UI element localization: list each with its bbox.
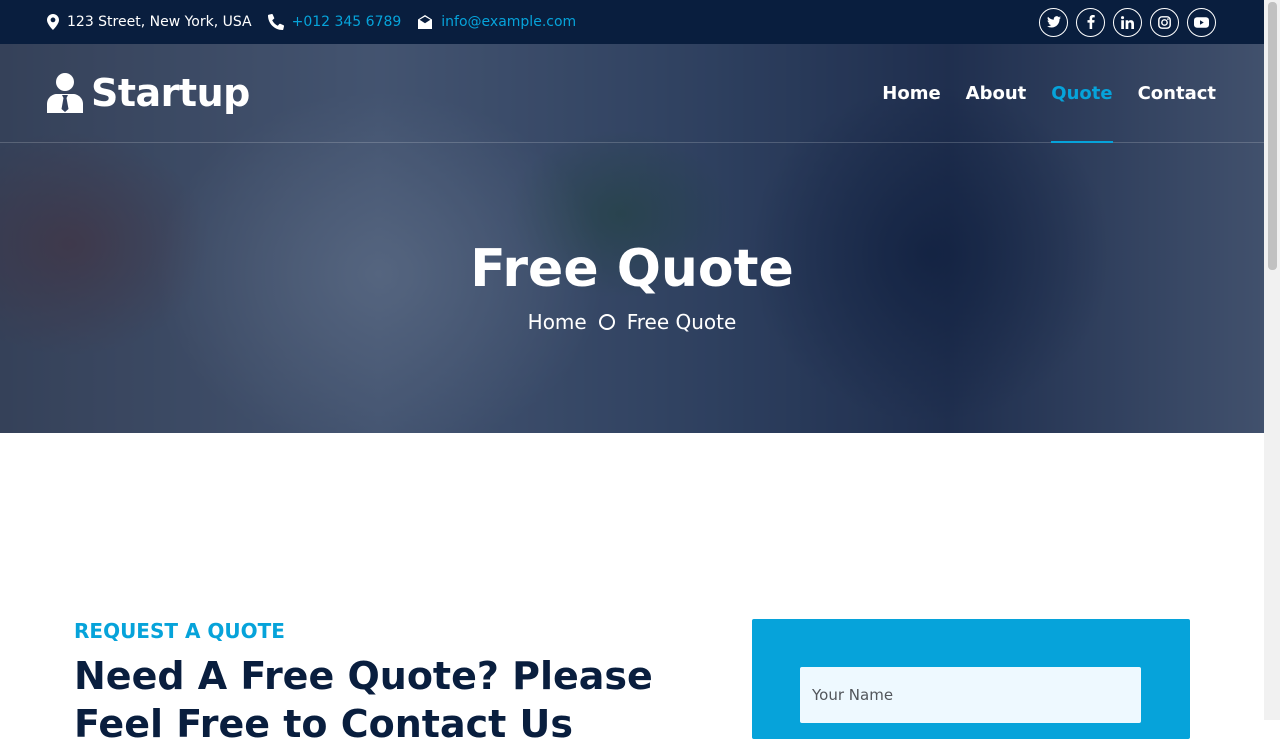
nav-home[interactable]: Home — [882, 44, 940, 142]
linkedin-icon[interactable] — [1113, 7, 1142, 37]
user-tie-icon — [47, 73, 83, 113]
phone-icon — [267, 14, 284, 30]
email-link[interactable]: info@example.com — [441, 14, 576, 30]
page-header: Startup Home About Quote Contact Free Qu… — [0, 44, 1264, 433]
phone-item[interactable]: +012 345 6789 — [267, 14, 402, 30]
breadcrumb-home[interactable]: Home — [528, 310, 587, 334]
social-links — [1039, 7, 1216, 37]
nav-contact[interactable]: Contact — [1138, 44, 1216, 142]
main-nav: Home About Quote Contact — [882, 44, 1216, 143]
youtube-icon[interactable] — [1187, 7, 1216, 37]
envelope-open-icon — [418, 15, 433, 29]
breadcrumb-current: Free Quote — [626, 310, 737, 334]
nav-quote[interactable]: Quote — [1051, 44, 1113, 143]
quote-form — [752, 619, 1190, 739]
breadcrumb: Home Free Quote — [0, 310, 1264, 334]
brand-name: Startup — [91, 71, 250, 115]
phone-link[interactable]: +012 345 6789 — [292, 14, 402, 30]
facebook-icon[interactable] — [1076, 7, 1105, 37]
address-text: 123 Street, New York, USA — [67, 14, 252, 30]
topbar: 123 Street, New York, USA +012 345 6789 … — [0, 0, 1264, 44]
page-title: Free Quote — [470, 239, 794, 299]
email-item[interactable]: info@example.com — [417, 14, 576, 30]
map-marker-icon — [47, 14, 59, 30]
topbar-contact: 123 Street, New York, USA +012 345 6789 … — [47, 14, 592, 30]
name-input[interactable] — [800, 667, 1141, 723]
scrollbar-thumb[interactable] — [1268, 2, 1277, 270]
brand-logo[interactable]: Startup — [47, 71, 250, 115]
section-eyebrow: Request A Quote — [74, 619, 285, 643]
address-item: 123 Street, New York, USA — [47, 14, 252, 30]
nav-about[interactable]: About — [966, 44, 1027, 142]
navbar: Startup Home About Quote Contact — [0, 44, 1264, 143]
instagram-icon[interactable] — [1150, 7, 1179, 37]
section-title: Need A Free Quote? Please Feel Free to C… — [74, 654, 653, 746]
twitter-icon[interactable] — [1039, 7, 1068, 37]
scrollbar[interactable] — [1264, 0, 1280, 720]
circle-icon — [598, 314, 615, 330]
